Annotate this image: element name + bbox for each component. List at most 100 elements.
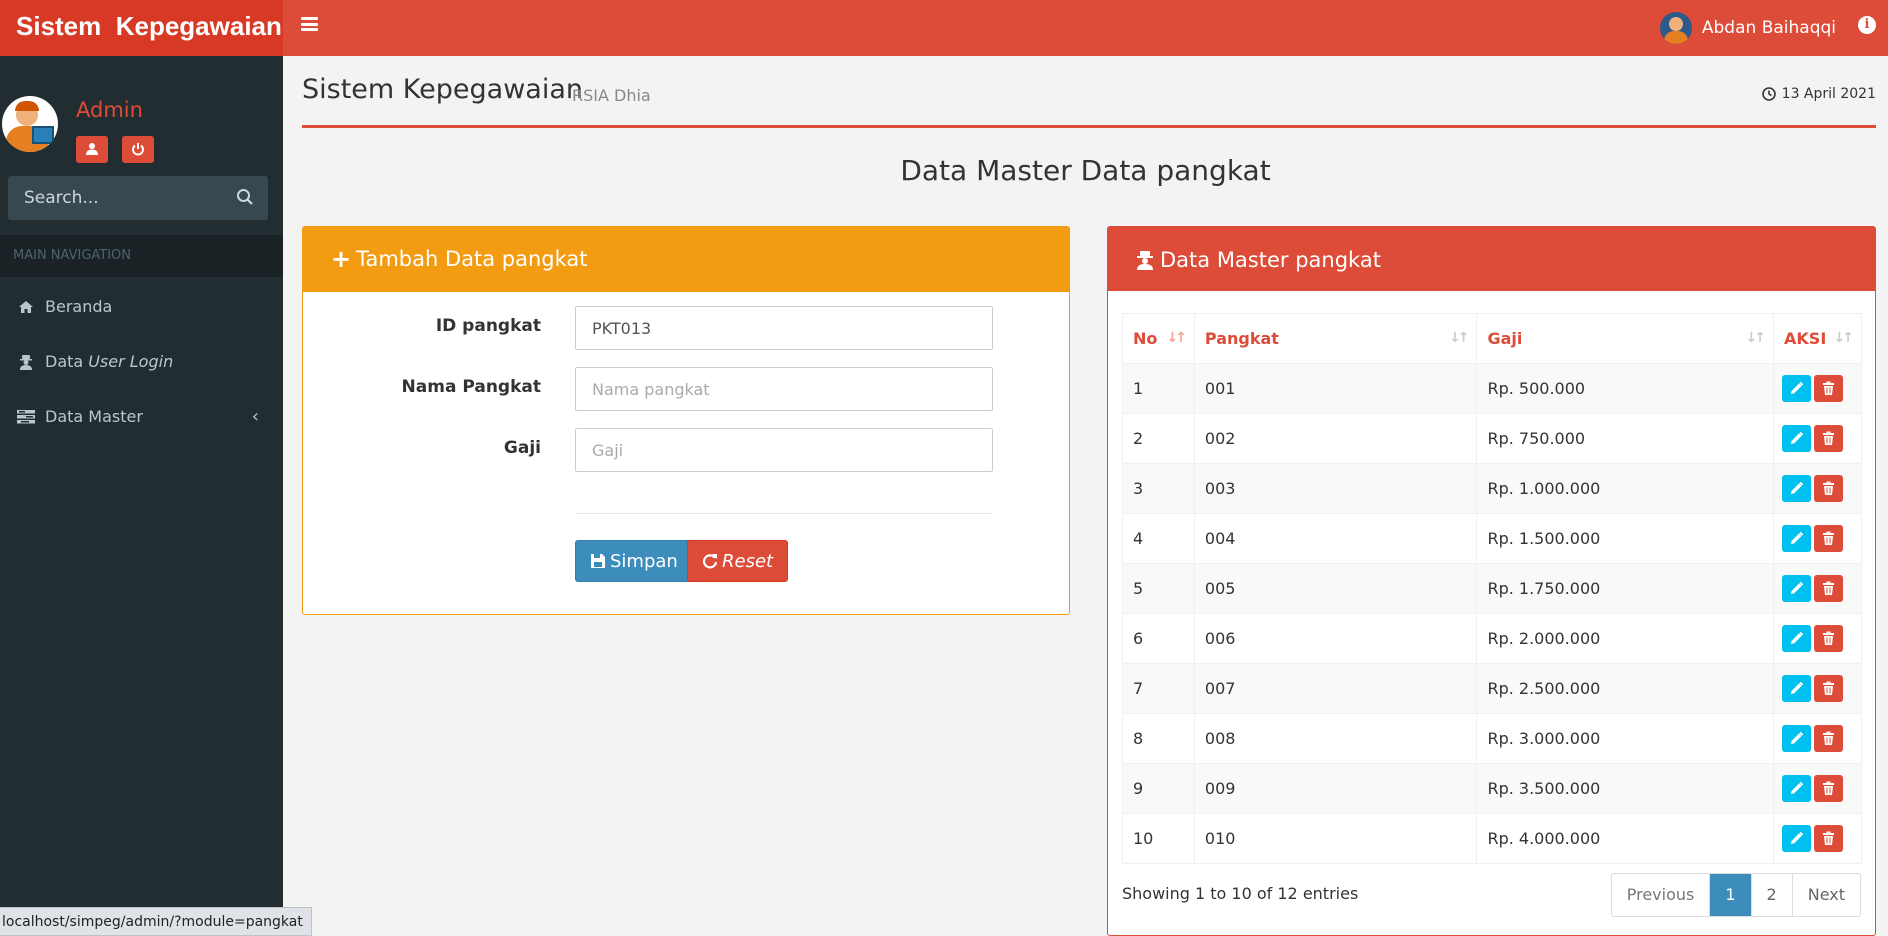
delete-button[interactable] [1814, 525, 1844, 552]
nav-header: MAIN NAVIGATION [0, 235, 283, 277]
cell-pangkat: 008 [1193, 713, 1478, 764]
floppy-icon [591, 554, 605, 568]
user-menu[interactable]: Abdan Baihaqqi [1659, 10, 1836, 46]
brand-logo[interactable]: Sistem Kepegawaian [0, 0, 283, 56]
previous-button[interactable]: Previous [1612, 874, 1710, 916]
cell-pangkat: 001 [1193, 363, 1478, 414]
date-text: 13 April 2021 [1781, 86, 1876, 102]
form-divider [575, 513, 993, 514]
delete-button[interactable] [1814, 825, 1844, 852]
edit-button[interactable] [1782, 675, 1812, 702]
chevron-left-icon: ‹ [251, 406, 259, 427]
user-secret-icon [17, 353, 35, 371]
delete-button[interactable] [1814, 725, 1844, 752]
delete-button[interactable] [1814, 425, 1844, 452]
hamburger-menu-icon[interactable] [301, 17, 318, 31]
cell-aksi [1773, 363, 1862, 414]
reset-label: Reset [722, 550, 774, 572]
column-header-no[interactable]: No ↓↑ [1122, 313, 1195, 364]
add-pangkat-form: + Tambah Data pangkat ID pangkat Nama Pa… [302, 226, 1070, 615]
sidebar-item-beranda[interactable]: Beranda [0, 281, 283, 333]
delete-button[interactable] [1814, 375, 1844, 402]
next-button[interactable]: Next [1791, 874, 1860, 916]
delete-button[interactable] [1814, 675, 1844, 702]
edit-button[interactable] [1782, 725, 1812, 752]
page-title: Sistem Kepegawaian [302, 74, 583, 105]
sidebar-item-label: Data Master [45, 407, 143, 426]
pangkat-table-box: Data Master pangkat No ↓↑ Pangkat ↓↑ Gaji ↓… [1107, 226, 1876, 936]
sidebar-item-data-master[interactable]: Data Master ‹ [0, 391, 283, 443]
sort-icon: ↓↑ [1833, 330, 1855, 346]
user-avatar [1659, 12, 1692, 44]
user-panel: Admin [0, 96, 283, 166]
cell-aksi [1773, 463, 1862, 514]
form-row-id: ID pangkat [303, 306, 1071, 350]
cell-no: 9 [1122, 763, 1195, 814]
table-row: 8 008 Rp. 3.000.000 [1122, 713, 1862, 764]
column-header-pangkat[interactable]: Pangkat ↓↑ [1193, 313, 1478, 364]
cell-aksi [1773, 513, 1862, 564]
page-1-button[interactable]: 1 [1709, 874, 1751, 916]
table-row: 7 007 Rp. 2.500.000 [1122, 663, 1862, 714]
table-row: 9 009 Rp. 3.500.000 [1122, 763, 1862, 814]
user-name: Abdan Baihaqqi [1701, 18, 1836, 38]
table-row: 3 003 Rp. 1.000.000 [1122, 463, 1862, 514]
info-icon[interactable]: i [1858, 16, 1876, 34]
edit-button[interactable] [1782, 375, 1812, 402]
delete-button[interactable] [1814, 775, 1844, 802]
edit-button[interactable] [1782, 575, 1812, 602]
save-label: Simpan [610, 550, 678, 572]
edit-button[interactable] [1782, 425, 1812, 452]
edit-button[interactable] [1782, 625, 1812, 652]
page-2-button[interactable]: 2 [1750, 874, 1792, 916]
cell-aksi [1773, 813, 1862, 864]
sort-icon: ↓↑ [1745, 330, 1767, 346]
power-icon [132, 143, 144, 156]
id-pangkat-label: ID pangkat [435, 316, 541, 336]
sidebar-item-user-login[interactable]: Data User Login [0, 336, 283, 388]
cell-gaji: Rp. 3.000.000 [1476, 713, 1775, 764]
cell-no: 3 [1122, 463, 1195, 514]
edit-button[interactable] [1782, 525, 1812, 552]
section-title: Data Master Data pangkat [900, 154, 1271, 187]
edit-button[interactable] [1782, 475, 1812, 502]
edit-button[interactable] [1782, 825, 1812, 852]
reset-button[interactable]: Reset [687, 540, 789, 582]
user-icon [86, 143, 98, 155]
cell-no: 10 [1122, 813, 1195, 864]
table-row: 5 005 Rp. 1.750.000 [1122, 563, 1862, 614]
table-row: 1 001 Rp. 500.000 [1122, 363, 1862, 414]
search-icon[interactable] [236, 188, 254, 206]
cell-gaji: Rp. 2.500.000 [1476, 663, 1775, 714]
delete-button[interactable] [1814, 625, 1844, 652]
table-title: Data Master pangkat [1160, 248, 1381, 272]
search-input[interactable] [8, 176, 228, 220]
sidebar: Admin MAIN NAVIGATION Beranda Data User … [0, 56, 283, 936]
cell-no: 2 [1122, 413, 1195, 464]
id-pangkat-field[interactable] [575, 306, 993, 350]
save-button[interactable]: Simpan [575, 540, 693, 582]
nama-pangkat-label: Nama Pangkat [401, 377, 541, 397]
delete-button[interactable] [1814, 475, 1844, 502]
cell-pangkat: 002 [1193, 413, 1478, 464]
cell-gaji: Rp. 750.000 [1476, 413, 1775, 464]
cell-aksi [1773, 413, 1862, 464]
admin-name: Admin [76, 98, 143, 122]
edit-button[interactable] [1782, 775, 1812, 802]
form-row-gaji: Gaji [303, 428, 1071, 472]
column-header-aksi[interactable]: AKSI ↓↑ [1773, 313, 1862, 364]
table-row: 6 006 Rp. 2.000.000 [1122, 613, 1862, 664]
table-row: 10 010 Rp. 4.000.000 [1122, 813, 1862, 864]
nama-pangkat-field[interactable] [575, 367, 993, 411]
cell-pangkat: 010 [1193, 813, 1478, 864]
user-secret-icon [1137, 251, 1153, 270]
gaji-field[interactable] [575, 428, 993, 472]
cell-aksi [1773, 613, 1862, 664]
form-header: + Tambah Data pangkat [303, 227, 1069, 292]
delete-button[interactable] [1814, 575, 1844, 602]
profile-button[interactable] [76, 136, 108, 163]
sidebar-item-label: Data [45, 352, 84, 371]
column-header-gaji[interactable]: Gaji ↓↑ [1476, 313, 1775, 364]
logout-button[interactable] [122, 136, 154, 163]
pagination: Previous 1 2 Next [1610, 873, 1861, 917]
